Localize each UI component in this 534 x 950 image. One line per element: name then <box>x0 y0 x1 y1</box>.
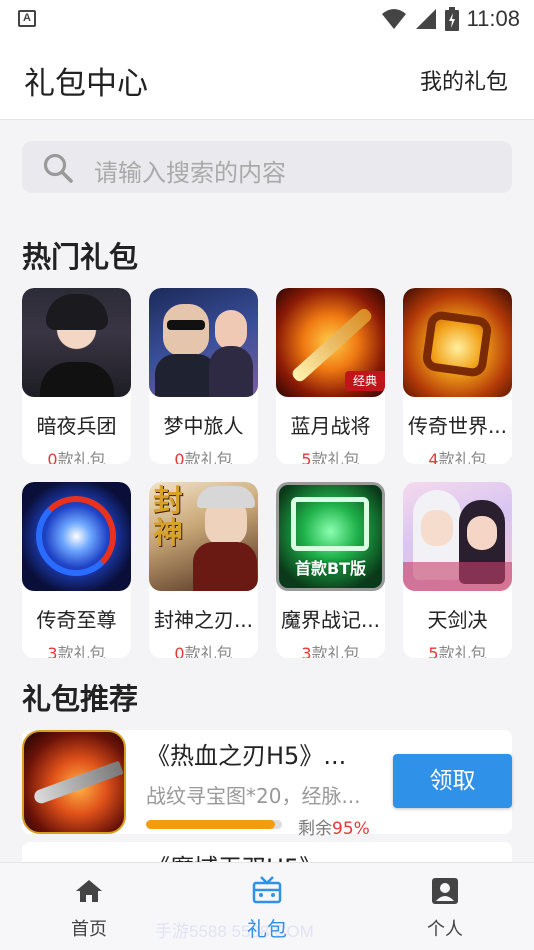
gift-name: 天剑决 <box>427 608 488 632</box>
gift-count: 3款礼包 <box>47 644 106 658</box>
game-icon <box>22 730 126 834</box>
battery-icon <box>444 7 459 31</box>
remaining-text: 剩余95% <box>298 819 370 839</box>
app-header: 礼包中心 我的礼包 <box>0 38 534 120</box>
gift-card[interactable]: 暗夜兵团 0款礼包 <box>22 288 131 464</box>
recommend-item[interactable]: 《热血之刃H5》... 战纹寻宝图*20，经脉... 剩余95% 领取 <box>22 730 512 839</box>
gift-icon <box>252 876 282 904</box>
tab-gifts[interactable]: 礼包 <box>217 863 317 950</box>
recommend-title-text: 《热血之刃H5》... <box>146 742 347 770</box>
classic-badge: 经典 <box>345 371 385 391</box>
tab-profile[interactable]: 个人 <box>395 863 495 950</box>
search-input[interactable]: 请输入搜索的内容 <box>22 141 512 193</box>
status-icons: 11:08 <box>381 6 520 32</box>
game-badge-text: 首款BT版 <box>294 559 367 578</box>
page-title: 礼包中心 <box>24 66 148 102</box>
status-time: 11:08 <box>466 6 520 31</box>
signal-icon <box>415 9 436 29</box>
game-icon <box>403 288 512 397</box>
recommend-desc: 战纹寻宝图*20，经脉... <box>146 784 361 808</box>
gift-name: 传奇世界... <box>407 414 508 438</box>
remaining-progress-bar <box>146 820 282 829</box>
game-icon <box>403 482 512 591</box>
search-placeholder: 请输入搜索的内容 <box>94 159 286 187</box>
gift-name: 魔界战记... <box>280 608 381 632</box>
game-icon <box>149 288 258 397</box>
bottom-tab-bar: 首页 礼包 个人 手游5588 5588.COM <box>0 862 534 950</box>
app-notification-icon: A <box>18 10 36 27</box>
hot-gifts-title: 热门礼包 <box>22 240 139 274</box>
gift-name: 蓝月战将 <box>290 414 371 438</box>
game-icon: 封神 <box>149 482 258 591</box>
game-icon: 经典 <box>276 288 385 397</box>
recommend-title: 礼包推荐 <box>22 682 139 716</box>
tab-label: 个人 <box>427 919 463 940</box>
hot-gifts-grid: 暗夜兵团 0款礼包 梦中旅人 0款礼包 经典 蓝月战将 5款礼包 传奇世界...… <box>22 288 512 658</box>
gift-card[interactable]: 天剑决 5款礼包 <box>403 482 512 658</box>
game-icon <box>22 482 131 591</box>
gift-name: 传奇至尊 <box>36 608 117 632</box>
gift-card[interactable]: 梦中旅人 0款礼包 <box>149 288 258 464</box>
gift-count: 3款礼包 <box>301 644 360 658</box>
gift-card[interactable]: 封神 封神之刃... 0款礼包 <box>149 482 258 658</box>
gift-count: 4款礼包 <box>428 450 487 464</box>
gift-count: 5款礼包 <box>301 450 360 464</box>
tab-home[interactable]: 首页 <box>39 863 139 950</box>
gift-name: 梦中旅人 <box>163 414 244 438</box>
tab-label: 礼包 <box>247 917 287 941</box>
remaining-progress-fill <box>146 820 276 829</box>
tab-label: 首页 <box>71 919 107 940</box>
status-bar: A 11:08 <box>0 0 534 38</box>
gift-card[interactable]: 首款BT版 魔界战记... 3款礼包 <box>276 482 385 658</box>
gift-card[interactable]: 经典 蓝月战将 5款礼包 <box>276 288 385 464</box>
home-icon <box>76 880 102 902</box>
gift-name: 暗夜兵团 <box>36 414 117 438</box>
wifi-icon <box>381 9 406 29</box>
claim-button[interactable]: 领取 <box>393 754 512 808</box>
game-logo-text: 封神 <box>153 484 183 551</box>
game-icon: 首款BT版 <box>276 482 385 591</box>
gift-count: 0款礼包 <box>174 644 233 658</box>
gift-count: 0款礼包 <box>47 450 106 464</box>
my-gifts-link[interactable]: 我的礼包 <box>420 64 508 96</box>
person-icon <box>432 878 458 904</box>
gift-count: 0款礼包 <box>174 450 233 464</box>
search-icon <box>43 153 73 183</box>
game-icon <box>22 288 131 397</box>
gift-name: 封神之刃... <box>153 608 254 632</box>
gift-count: 5款礼包 <box>428 644 487 658</box>
gift-card[interactable]: 传奇世界... 4款礼包 <box>403 288 512 464</box>
gift-card[interactable]: 传奇至尊 3款礼包 <box>22 482 131 658</box>
